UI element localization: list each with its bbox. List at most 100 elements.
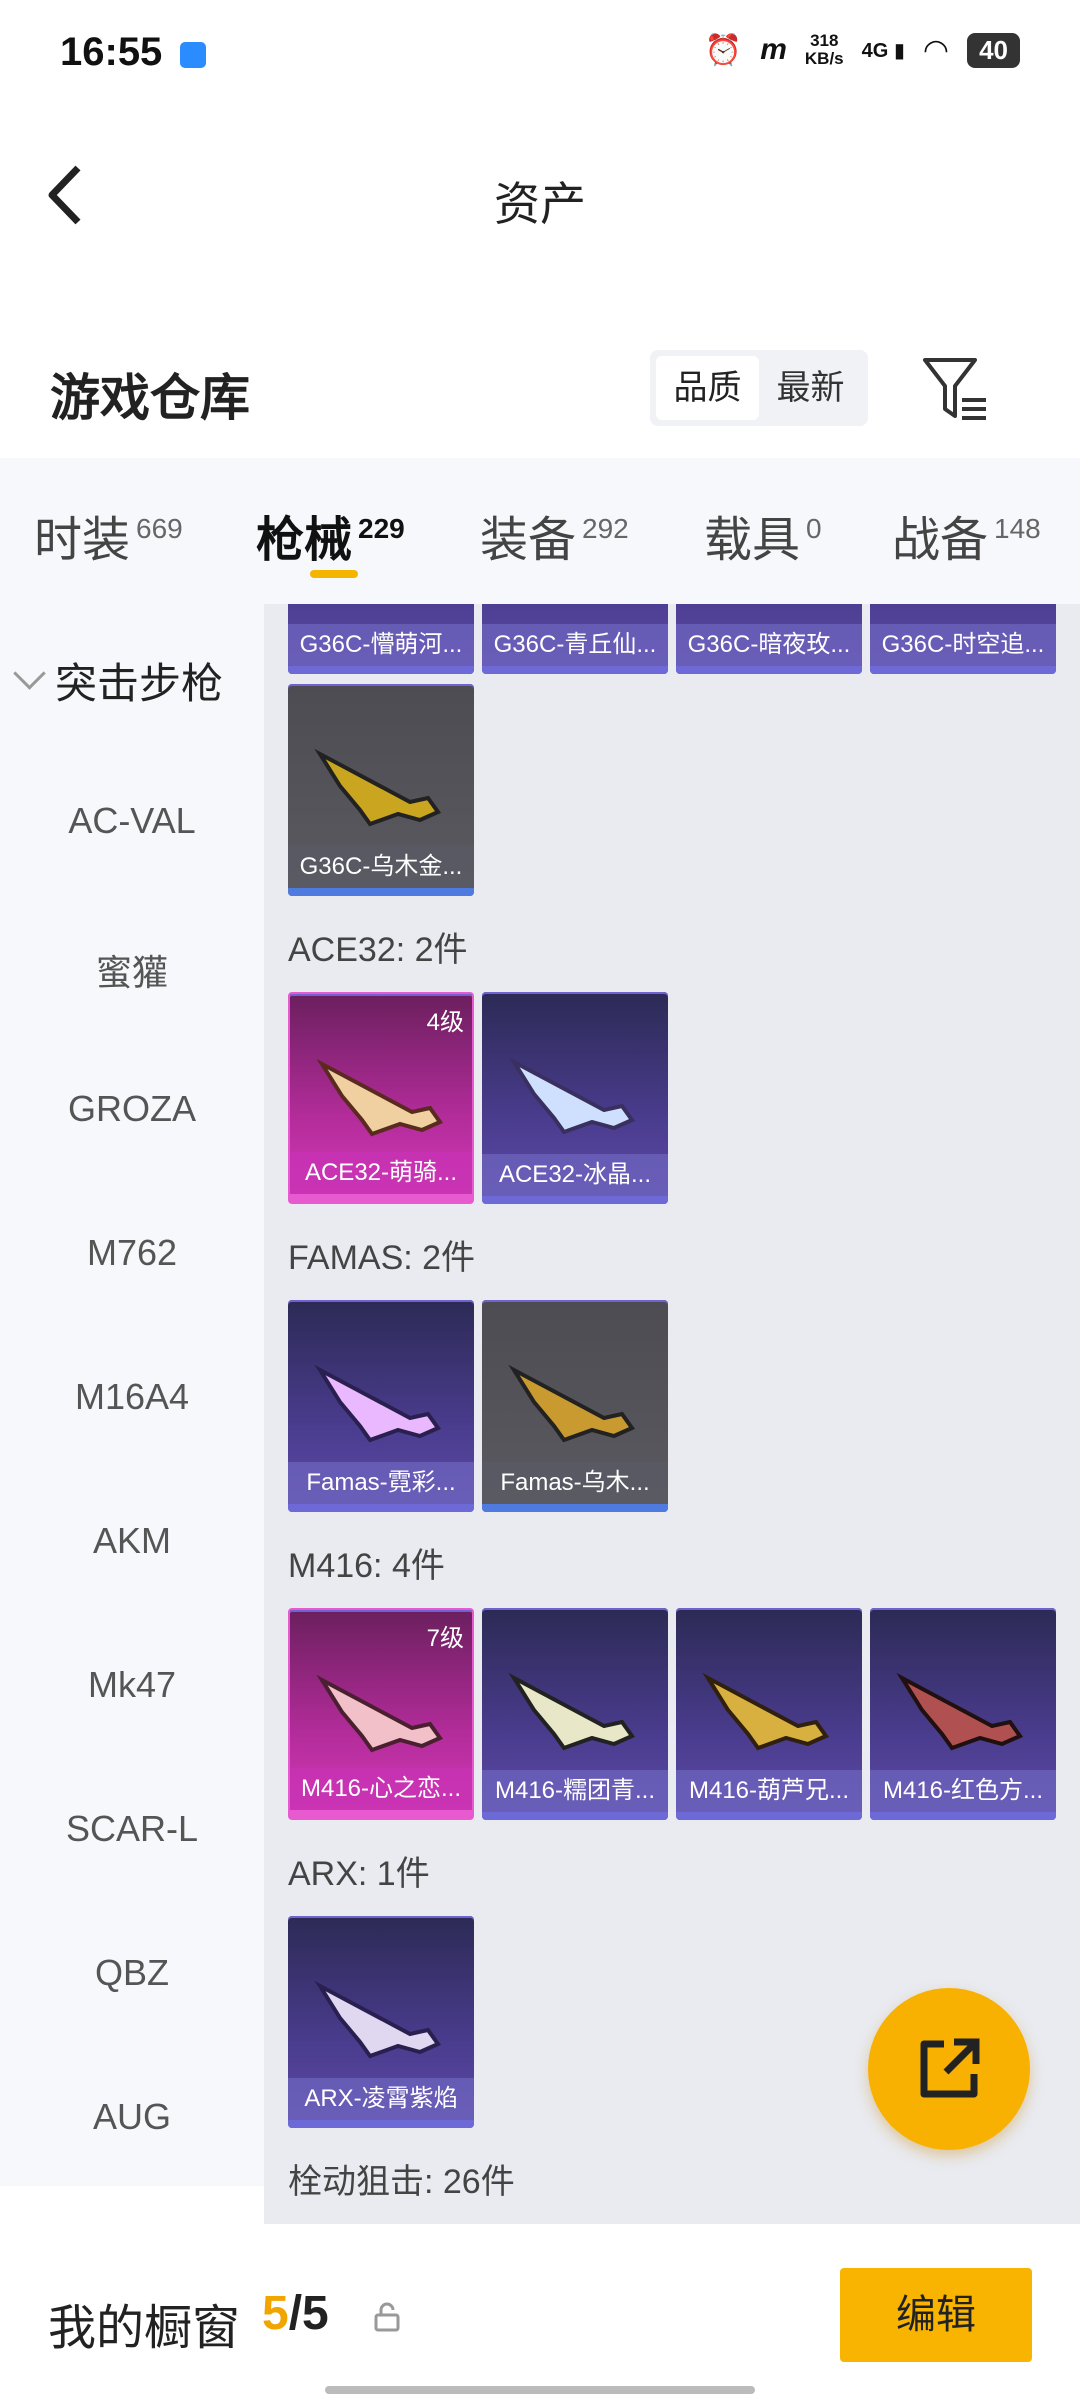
card-quality-bar [482,1196,668,1204]
tab-guns-count: 229 [358,513,405,544]
card-quality-bar [288,666,474,674]
network-speed-value: 318 [810,31,839,50]
tab-gear-label: 战备 [892,514,989,567]
group-title-ace32: ACE32: 2件 [288,931,468,969]
weapon-card-label: ARX-凌霄紫焰 [288,2078,474,2120]
home-indicator [325,2386,755,2394]
tab-gear-count: 148 [994,513,1041,544]
card-quality-bar [676,666,862,674]
showcase-count-total: /5 [288,2287,329,2340]
rifle-icon [508,1672,636,1751]
rifle-icon [508,1364,636,1443]
active-tab-indicator [310,570,358,578]
weapon-card[interactable]: G36C-时空追... [870,604,1056,674]
weapon-card-label: G36C-时空追... [870,624,1056,666]
card-quality-bar [482,1812,668,1820]
group-title-m416: M416: 4件 [288,1547,445,1585]
weapon-card-label: M416-葫芦兄... [676,1770,862,1812]
weapon-card[interactable]: G36C-乌木金... [288,684,474,896]
weapon-card-label: Famas-霓彩... [288,1462,474,1504]
weapon-card-label: G36C-暗夜玫... [676,624,862,666]
tab-vehicles[interactable]: 载具 0 [704,500,822,570]
weapon-card[interactable]: Famas-乌木... [482,1300,668,1512]
sort-quality-button[interactable]: 品质 [656,356,759,420]
rifle-icon [316,1674,444,1753]
sidebar-category-label: 突击步枪 [55,660,224,707]
app-notification-icon [180,42,206,68]
tab-vehicles-label: 载具 [704,514,801,567]
tab-guns-label: 枪械 [256,514,353,567]
tab-fashion[interactable]: 时装 669 [34,500,183,570]
tab-equipment-count: 292 [582,513,629,544]
weapon-card[interactable]: G36C-暗夜玫... [676,604,862,674]
sort-latest-button[interactable]: 最新 [759,356,862,420]
top-bar: 资产 [0,110,1080,280]
sidebar-item-m16a4[interactable]: M16A4 [0,1376,264,1418]
page-title: 资产 [494,178,586,230]
sort-toggle: 品质 最新 [650,350,868,426]
weapon-card-label: ACE32-萌骑... [290,1152,472,1194]
sidebar-item-honey-badger[interactable]: 蜜獾 [0,944,264,996]
rifle-icon [314,1364,442,1443]
status-bar: 16:55 ⏰ m 318 KB/s 4G ▮ ◠ 40 [0,0,1080,110]
sidebar-item-ac-val[interactable]: AC-VAL [0,800,264,842]
warehouse-header: 游戏仓库 品质 最新 [0,330,1080,450]
showcase-bar: 我的橱窗 5/5 编辑 [0,2232,1080,2400]
warehouse-title: 游戏仓库 [50,370,250,426]
weapon-card[interactable]: 7级 M416-心之恋... [288,1608,474,1820]
signal-icon: 4G ▮ [861,39,905,62]
weapon-card-label: G36C-懵萌河... [288,624,474,666]
showcase-label: 我的橱窗 [48,2302,241,2355]
category-tabs: 时装 669 枪械 229 装备 292 载具 0 战备 148 [0,458,1080,604]
showcase-count-current: 5 [262,2287,289,2340]
group-title-arx: ARX: 1件 [288,1855,430,1893]
tab-vehicles-count: 0 [806,513,822,544]
wifi-icon: ◠ [922,33,950,67]
card-quality-bar [288,1504,474,1512]
weapon-card[interactable]: Famas-霓彩... [288,1300,474,1512]
card-quality-bar [676,1812,862,1820]
sidebar-item-m762[interactable]: M762 [0,1232,264,1274]
weapon-card[interactable]: M416-糯团青... [482,1608,668,1820]
tab-fashion-label: 时装 [34,514,131,567]
card-quality-bar [290,1810,472,1818]
weapon-grid: G36C-懵萌河... G36C-青丘仙... G36C-暗夜玫... G36C… [264,604,1080,2224]
weapon-card[interactable]: M416-葫芦兄... [676,1608,862,1820]
card-quality-bar [288,2120,474,2128]
sidebar-item-aug[interactable]: AUG [0,2096,264,2138]
weapon-card[interactable]: G36C-懵萌河... [288,604,474,674]
weapon-sidebar: 突击步枪 AC-VAL 蜜獾 GROZA M762 M16A4 AKM Mk47… [0,604,264,2186]
weapon-level: 4级 [426,1009,464,1036]
weapon-card[interactable]: ARX-凌霄紫焰 [288,1916,474,2128]
tab-guns[interactable]: 枪械 229 [256,500,405,570]
share-button[interactable] [868,1988,1030,2150]
sidebar-category[interactable]: 突击步枪 [13,650,224,711]
card-quality-bar [482,1504,668,1512]
weapon-card-label: M416-心之恋... [290,1768,472,1810]
sidebar-item-qbz[interactable]: QBZ [0,1952,264,1994]
filter-icon[interactable] [920,354,990,424]
edit-button[interactable]: 编辑 [840,2268,1032,2362]
sidebar-item-groza[interactable]: GROZA [0,1088,264,1130]
weapon-level: 7级 [426,1625,464,1652]
share-icon [920,2038,980,2098]
sidebar-item-akm[interactable]: AKM [0,1520,264,1562]
weapon-card[interactable]: 4级 ACE32-萌骑... [288,992,474,1204]
weapon-card[interactable]: G36C-青丘仙... [482,604,668,674]
sidebar-item-mk47[interactable]: Mk47 [0,1664,264,1706]
battery-icon: 40 [967,32,1020,68]
network-speed: 318 KB/s [805,32,844,68]
card-quality-bar [482,666,668,674]
weapon-card[interactable]: M416-红色方... [870,1608,1056,1820]
showcase-count: 5/5 [262,2286,329,2341]
tab-equipment-label: 装备 [480,514,577,567]
card-quality-bar [870,666,1056,674]
status-time: 16:55 [60,30,163,74]
weapon-card[interactable]: ACE32-冰晶... [482,992,668,1204]
card-quality-bar [288,888,474,896]
tab-equipment[interactable]: 装备 292 [480,500,629,570]
sidebar-item-scar-l[interactable]: SCAR-L [0,1808,264,1850]
rifle-icon [702,1672,830,1751]
tab-gear[interactable]: 战备 148 [892,500,1041,570]
group-title-sniper: 栓动狙击: 26件 [288,2163,515,2201]
